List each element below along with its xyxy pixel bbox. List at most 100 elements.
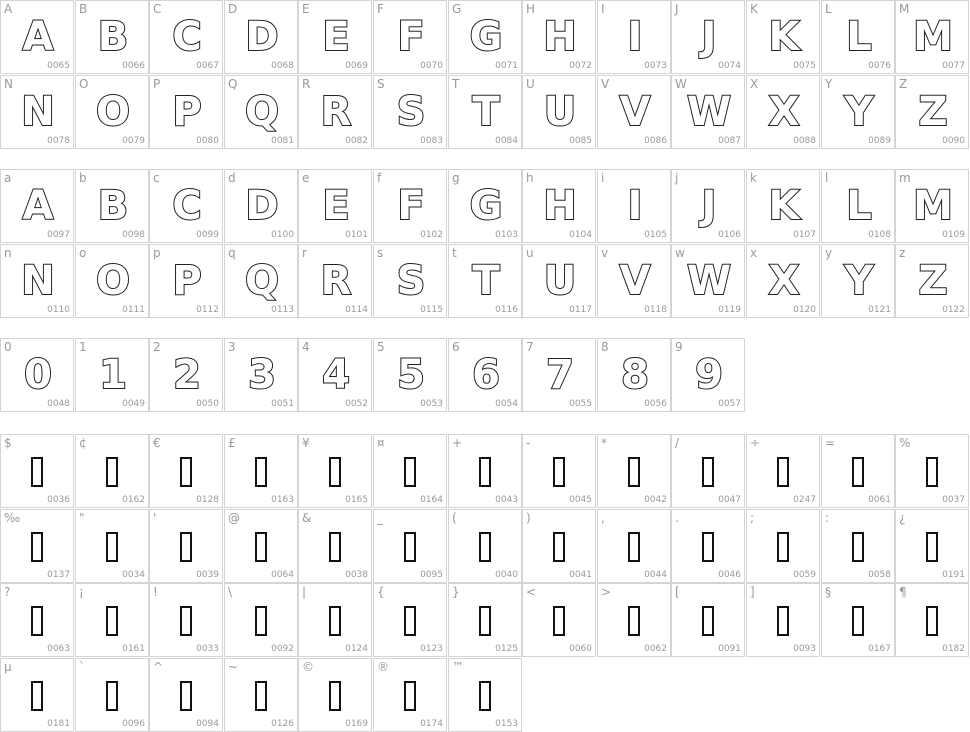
glyph-cell: ‰ 0137 <box>0 509 74 583</box>
glyph-label: = <box>825 436 836 450</box>
glyph-cell: m M 0109 <box>895 169 969 243</box>
glyph-preview: R <box>320 89 353 135</box>
glyph-code: 0105 <box>644 230 667 240</box>
missing-glyph-icon <box>180 681 192 711</box>
glyph-label: © <box>302 660 314 674</box>
missing-glyph-icon <box>180 457 192 487</box>
glyph-preview: 1 <box>98 352 128 398</box>
glyph-preview: 8 <box>620 352 650 398</box>
glyph-label: ~ <box>228 660 239 674</box>
glyph-code: 0247 <box>793 495 816 505</box>
missing-glyph-icon <box>926 457 938 487</box>
glyph-cell: Y Y 0089 <box>821 75 895 149</box>
glyph-label: ÷ <box>750 436 761 450</box>
glyph-cell: * 0042 <box>597 434 671 508</box>
missing-glyph-icon <box>628 606 640 636</box>
glyph-cell: % 0037 <box>895 434 969 508</box>
glyph-cell: [0091 <box>671 583 745 657</box>
glyph-code: 0162 <box>122 495 145 505</box>
glyph-preview: N <box>20 258 55 304</box>
glyph-code: 0034 <box>122 570 145 580</box>
glyph-label: j <box>675 171 679 185</box>
missing-glyph-icon <box>31 457 43 487</box>
glyph-cell: µ 0181 <box>0 658 74 732</box>
glyph-cell: u U 0117 <box>522 244 596 318</box>
glyph-cell: +0043 <box>448 434 522 508</box>
glyph-label: I <box>601 2 605 16</box>
glyph-label: - <box>526 436 531 450</box>
glyph-label: ‰ <box>4 511 21 525</box>
glyph-label: ¿ <box>899 511 906 525</box>
glyph-code: 0128 <box>196 495 219 505</box>
glyph-code: 0080 <box>196 136 219 146</box>
glyph-code: 0167 <box>868 644 891 654</box>
glyph-cell: : 0058 <box>821 509 895 583</box>
glyph-code: 0123 <box>420 644 443 654</box>
glyph-preview: K <box>768 183 801 229</box>
missing-glyph-icon <box>628 457 640 487</box>
glyph-code: 0048 <box>47 399 70 409</box>
glyph-cell: ' 0039 <box>149 509 223 583</box>
glyph-preview: K <box>768 14 801 60</box>
glyph-preview: D <box>244 183 279 229</box>
glyph-label: § <box>825 585 831 599</box>
missing-glyph-icon <box>553 457 565 487</box>
glyph-cell: n N 0110 <box>0 244 74 318</box>
missing-glyph-icon <box>31 532 43 562</box>
missing-glyph-icon <box>106 457 118 487</box>
glyph-cell: y Y 0121 <box>821 244 895 318</box>
glyph-cell: G G 0071 <box>448 0 522 74</box>
glyph-preview: X <box>768 258 801 304</box>
glyph-cell: 0 0 0048 <box>0 338 74 412</box>
glyph-code: 0103 <box>495 230 518 240</box>
glyph-cell: ¥0165 <box>298 434 372 508</box>
glyph-preview: J <box>701 183 718 229</box>
glyph-label: ® <box>377 660 389 674</box>
glyph-code: 0161 <box>122 644 145 654</box>
glyph-preview: N <box>20 89 55 135</box>
glyph-cell: / 0047 <box>671 434 745 508</box>
missing-glyph-icon <box>926 532 938 562</box>
glyph-code: 0051 <box>271 399 294 409</box>
glyph-code: 0100 <box>271 230 294 240</box>
glyph-cell: ® 0174 <box>373 658 447 732</box>
glyph-code: 0054 <box>495 399 518 409</box>
glyph-preview: R <box>320 258 353 304</box>
glyph-code: 0042 <box>644 495 667 505</box>
glyph-cell: X X 0088 <box>746 75 820 149</box>
glyph-label: + <box>452 436 463 450</box>
glyph-preview: 2 <box>172 352 202 398</box>
glyph-code: 0174 <box>420 719 443 729</box>
missing-glyph-icon <box>777 532 789 562</box>
glyph-cell: ~0126 <box>224 658 298 732</box>
missing-glyph-icon <box>702 532 714 562</box>
glyph-label: _ <box>377 511 383 525</box>
glyph-preview: H <box>542 183 577 229</box>
glyph-preview: 7 <box>545 352 575 398</box>
glyph-preview: U <box>543 258 577 304</box>
glyph-label: [ <box>675 585 680 599</box>
glyph-code: 0096 <box>122 719 145 729</box>
glyph-cell: ¡ 0161 <box>75 583 149 657</box>
missing-glyph-icon <box>329 681 341 711</box>
glyph-preview: G <box>469 14 504 60</box>
missing-glyph-icon <box>106 532 118 562</box>
glyph-code: 0087 <box>718 136 741 146</box>
glyph-label: < <box>526 585 537 599</box>
glyph-cell: ] 0093 <box>746 583 820 657</box>
glyph-code: 0095 <box>420 570 443 580</box>
glyph-cell: V V 0086 <box>597 75 671 149</box>
missing-glyph-icon <box>329 532 341 562</box>
glyph-preview: J <box>701 14 718 60</box>
glyph-code: 0102 <box>420 230 443 240</box>
glyph-cell: ¶ 0182 <box>895 583 969 657</box>
glyph-cell: W W 0087 <box>671 75 745 149</box>
glyph-label: f <box>377 171 382 185</box>
glyph-label: . <box>675 511 679 525</box>
glyph-cell: . 0046 <box>671 509 745 583</box>
glyph-cell: <0060 <box>522 583 596 657</box>
glyph-label: ¢ <box>79 436 87 450</box>
missing-glyph-icon <box>329 606 341 636</box>
glyph-code: 0060 <box>569 644 592 654</box>
glyph-cell: b B 0098 <box>75 169 149 243</box>
